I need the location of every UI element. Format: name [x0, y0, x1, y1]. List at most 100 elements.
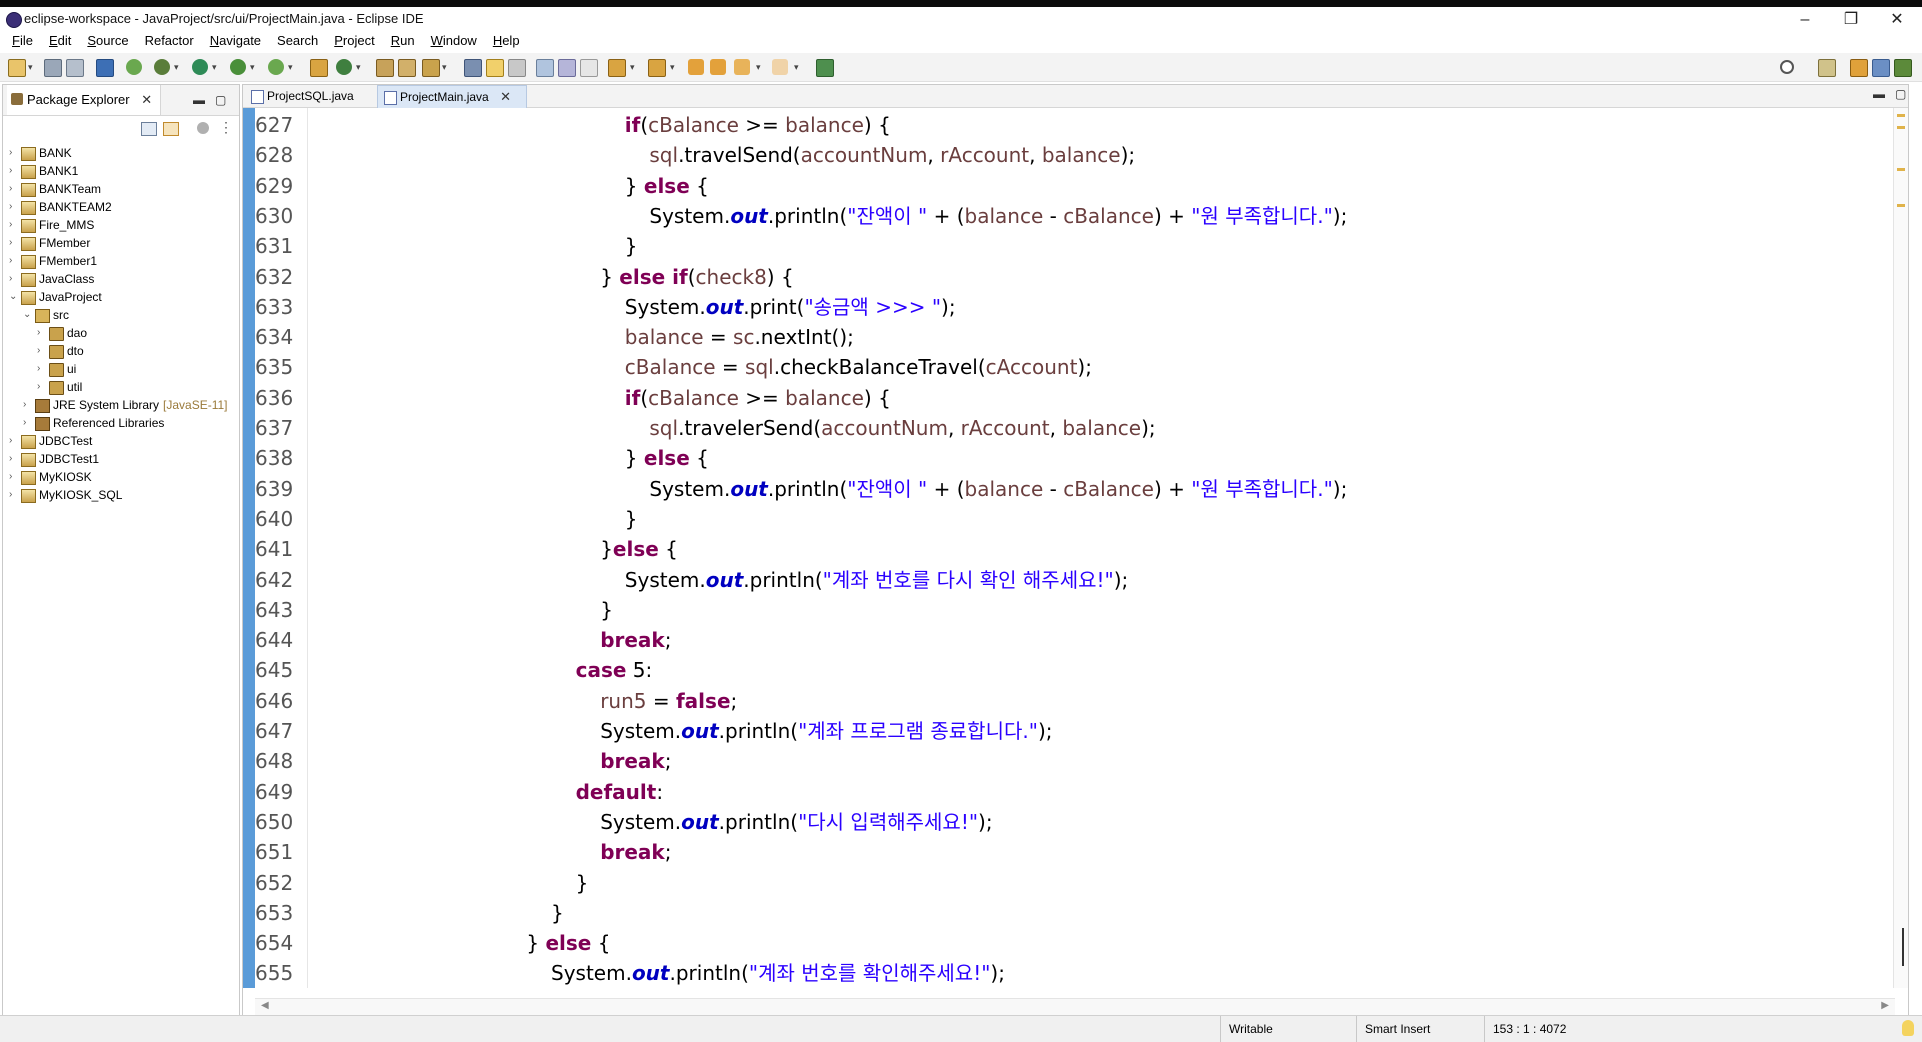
horizontal-scrollbar[interactable]: ◀ ▶ [255, 998, 1895, 1015]
code-line[interactable]: 631} [255, 231, 1875, 261]
code-line[interactable]: 632} else if(check8) { [255, 262, 1875, 292]
toggle-highlight-icon[interactable] [486, 59, 504, 77]
chevron-right-icon[interactable]: › [9, 252, 12, 270]
code-line[interactable]: 629} else { [255, 171, 1875, 201]
code-line[interactable]: 641}else { [255, 534, 1875, 564]
tree-item[interactable]: › ui [3, 360, 239, 378]
chevron-right-icon[interactable]: › [9, 198, 12, 216]
code-line[interactable]: 637 sql.travelerSend(accountNum, rAccount… [255, 413, 1875, 443]
open-perspective-icon[interactable] [1818, 59, 1836, 77]
chevron-right-icon[interactable]: › [9, 162, 12, 180]
code-line[interactable]: 655 System.out.println("계좌 번호를 확인해주세요!"); [255, 958, 1875, 988]
skip-breakpoints-icon[interactable] [126, 59, 142, 75]
overview-ruler[interactable] [1893, 108, 1908, 988]
chevron-right-icon[interactable]: › [9, 486, 12, 504]
java-perspective-icon[interactable] [1872, 59, 1890, 77]
pin-editor-icon[interactable] [816, 59, 834, 77]
last-edit-icon[interactable] [688, 59, 704, 75]
chevron-right-icon[interactable]: › [9, 216, 12, 234]
scroll-left-icon[interactable]: ◀ [261, 1000, 269, 1011]
chevron-right-icon[interactable]: › [9, 270, 12, 288]
minimize-editor-icon[interactable]: ▬ [1873, 87, 1885, 101]
next-annotation-dropdown-icon[interactable]: ▾ [630, 62, 635, 73]
menu-file[interactable]: File [4, 30, 41, 52]
search-icon[interactable] [1780, 60, 1794, 74]
search-toolbar-icon[interactable] [422, 59, 440, 77]
code-line[interactable]: 636 if(cBalance >= balance) { [255, 383, 1875, 413]
chevron-right-icon[interactable]: › [37, 324, 40, 342]
tree-item[interactable]: ⌄ src [3, 306, 239, 324]
show-whitespace-icon[interactable] [558, 59, 576, 77]
tree-item[interactable]: › Referenced Libraries [3, 414, 239, 432]
code-line[interactable]: 633 System.out.print("송금액 >>> "); [255, 292, 1875, 322]
close-icon[interactable]: ✕ [500, 89, 511, 104]
back-dropdown-icon[interactable]: ▾ [756, 62, 761, 73]
tab-projectsql-java[interactable]: ProjectSQL.java [245, 85, 383, 107]
back-icon[interactable] [734, 59, 750, 75]
overview-marker[interactable] [1897, 204, 1905, 207]
code-line[interactable]: 638} else { [255, 443, 1875, 473]
chevron-right-icon[interactable]: › [23, 396, 26, 414]
tree-item[interactable]: › JDBCTest [3, 432, 239, 450]
menu-source[interactable]: Source [79, 30, 136, 52]
open-task-icon[interactable] [398, 59, 416, 77]
tab-projectmain-java[interactable]: ProjectMain.java ✕ [377, 85, 527, 108]
close-button[interactable]: ✕ [1874, 8, 1920, 32]
tree-item[interactable]: › BANK [3, 144, 239, 162]
paragraph-icon[interactable] [580, 59, 598, 77]
block-selection-icon[interactable] [508, 59, 526, 77]
new-class-dropdown-icon[interactable]: ▾ [356, 62, 361, 73]
tree-item[interactable]: › MyKIOSK_SQL [3, 486, 239, 504]
menu-help[interactable]: Help [485, 30, 528, 52]
code-line[interactable]: 643} [255, 595, 1875, 625]
tree-item[interactable]: › dto [3, 342, 239, 360]
back-history-icon[interactable] [710, 59, 726, 75]
code-line[interactable]: 648 break; [255, 746, 1875, 776]
link-with-editor-icon[interactable] [163, 122, 179, 136]
tree-item[interactable]: ⌄ JavaProject [3, 288, 239, 306]
overview-marker[interactable] [1897, 114, 1905, 117]
code-editor[interactable]: 627 if(cBalance >= balance) {628 sql.trave… [255, 108, 1895, 988]
restore-button[interactable]: ❐ [1828, 8, 1874, 32]
collapse-all-icon[interactable] [141, 122, 157, 136]
forward-icon[interactable] [772, 59, 788, 75]
external-tools-icon[interactable] [268, 59, 284, 75]
chevron-right-icon[interactable]: › [9, 180, 12, 198]
code-line[interactable]: 649 default: [255, 777, 1875, 807]
code-line[interactable]: 653} [255, 898, 1875, 928]
external-tools-dropdown-icon[interactable]: ▾ [288, 62, 293, 73]
code-line[interactable]: 651 break; [255, 837, 1875, 867]
overview-marker[interactable] [1897, 126, 1905, 129]
close-icon[interactable]: ✕ [141, 92, 152, 107]
code-line[interactable]: 650 System.out.println("다시 입력해주세요!"); [255, 807, 1875, 837]
code-line[interactable]: 652} [255, 868, 1875, 898]
code-line[interactable]: 645 case 5: [255, 655, 1875, 685]
chevron-right-icon[interactable]: › [37, 378, 40, 396]
coverage-icon[interactable] [230, 59, 246, 75]
minimize-view-icon[interactable]: ▬ [193, 93, 205, 107]
tab-package-explorer[interactable]: Package Explorer ✕ [7, 85, 162, 115]
previous-annotation-icon[interactable] [648, 59, 666, 77]
new-icon[interactable] [8, 59, 26, 77]
menu-edit[interactable]: Edit [41, 30, 79, 52]
chevron-right-icon[interactable]: › [23, 414, 26, 432]
search-dropdown-icon[interactable]: ▾ [442, 62, 447, 73]
toggle-mark-occurrences-icon[interactable] [464, 59, 482, 77]
java-ee-perspective-icon[interactable] [1850, 59, 1868, 77]
open-type-icon[interactable] [376, 59, 394, 77]
code-line[interactable]: 640} [255, 504, 1875, 534]
chevron-right-icon[interactable]: › [9, 144, 12, 162]
chevron-down-icon[interactable]: ⌄ [23, 306, 31, 324]
code-line[interactable]: 635 cBalance = sql.checkBalanceTravel(cAc… [255, 352, 1875, 382]
scroll-thumb[interactable] [1902, 928, 1904, 966]
scroll-right-icon[interactable]: ▶ [1881, 1000, 1889, 1011]
next-annotation-icon[interactable] [608, 59, 626, 77]
tree-item[interactable]: › Fire_MMS [3, 216, 239, 234]
code-line[interactable]: 654} else { [255, 928, 1875, 958]
save-all-icon[interactable] [66, 59, 84, 77]
previous-annotation-dropdown-icon[interactable]: ▾ [670, 62, 675, 73]
menu-search[interactable]: Search [269, 30, 326, 52]
chevron-right-icon[interactable]: › [9, 432, 12, 450]
menu-refactor[interactable]: Refactor [137, 30, 202, 52]
tree-item[interactable]: › util [3, 378, 239, 396]
